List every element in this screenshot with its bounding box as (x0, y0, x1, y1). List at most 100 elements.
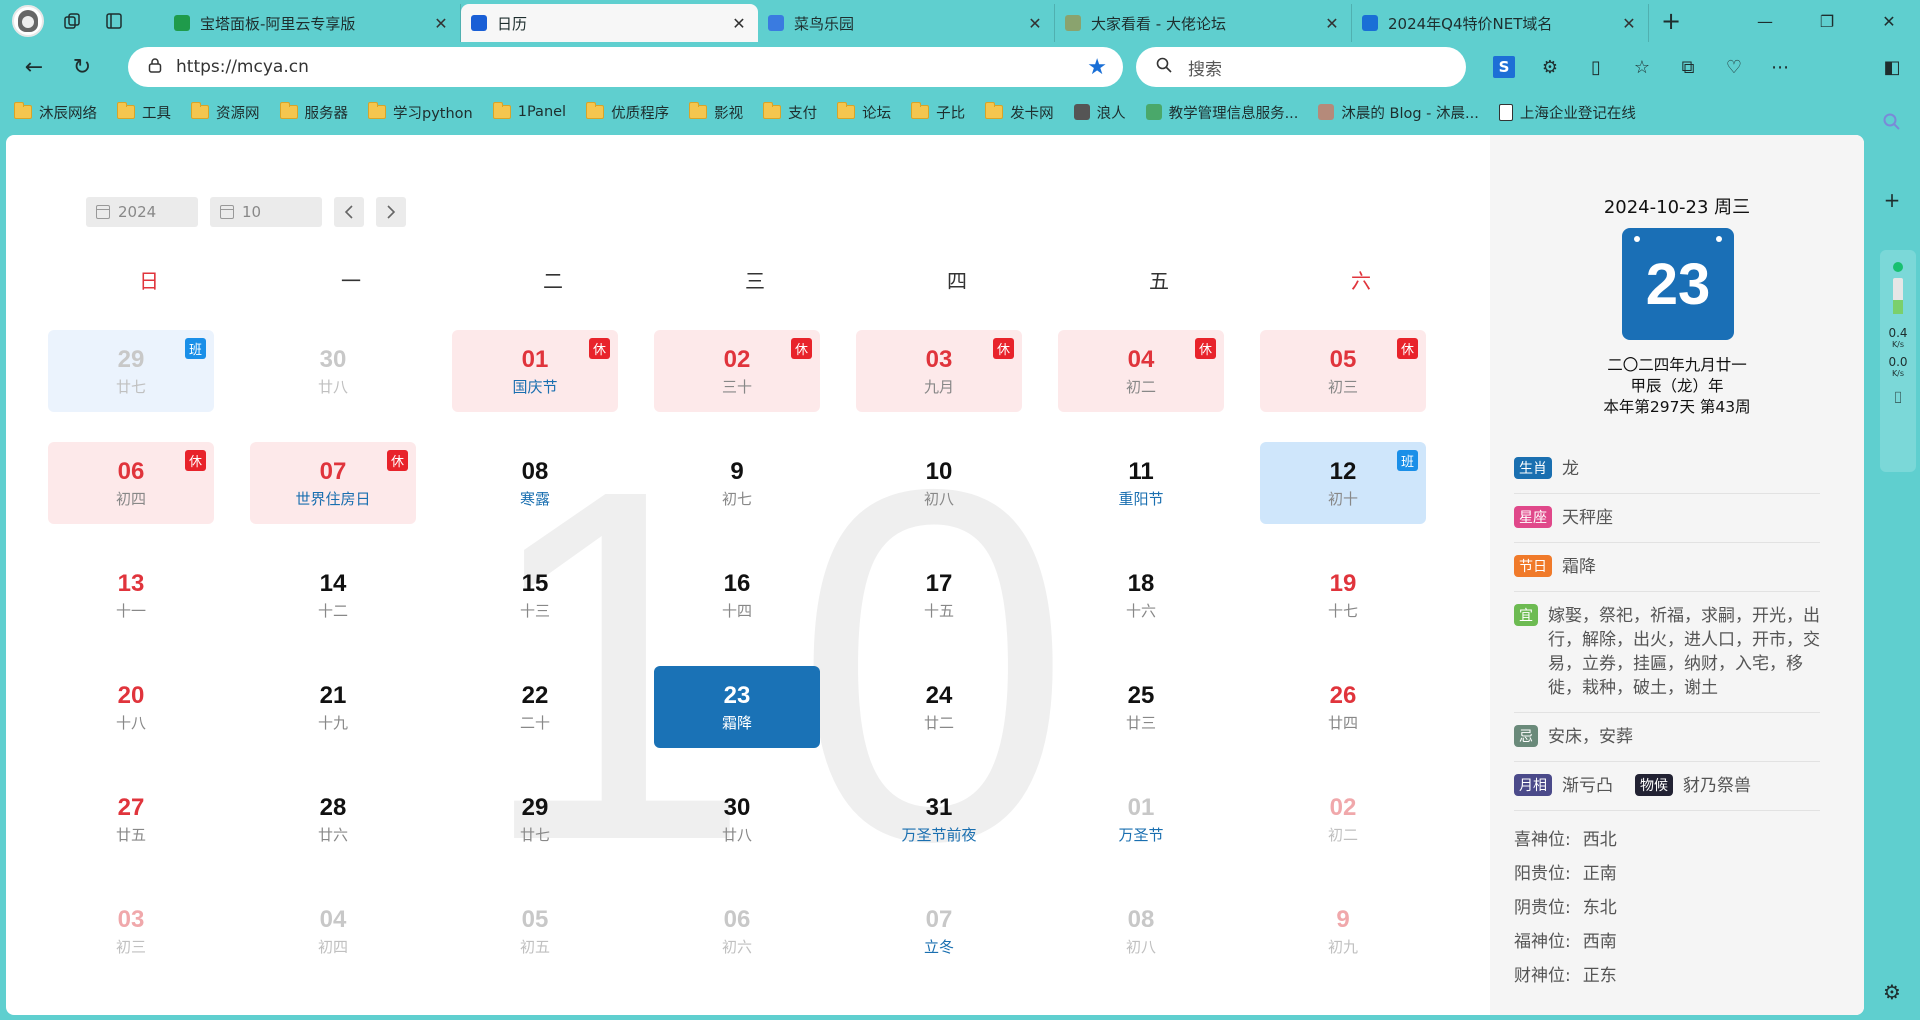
favorite-star-icon[interactable]: ★ (1087, 55, 1107, 80)
tab-close-icon[interactable]: ✕ (432, 14, 450, 33)
day-cell[interactable]: 03 九月 休 (856, 330, 1022, 412)
workspaces-icon[interactable] (58, 7, 86, 35)
day-cell[interactable]: 11 重阳节 (1058, 442, 1224, 524)
day-cell[interactable]: 25 廿三 (1058, 666, 1224, 748)
day-cell[interactable]: 27 廿五 (48, 778, 214, 860)
day-cell[interactable]: 10 初八 (856, 442, 1022, 524)
search-input[interactable]: 搜索 (1188, 55, 1222, 80)
day-cell[interactable]: 06 初六 (654, 890, 820, 972)
day-cell[interactable]: 07 立冬 (856, 890, 1022, 972)
performance-icon[interactable]: ♡ (1714, 47, 1754, 87)
screenshot-icon[interactable]: ⌷ (1893, 388, 1903, 408)
new-tab-button[interactable]: + (1654, 6, 1688, 36)
extension-s-icon[interactable]: S (1484, 47, 1524, 87)
month-select[interactable]: 10 (210, 197, 322, 227)
day-cell[interactable]: 03 初三 (48, 890, 214, 972)
day-cell[interactable]: 19 十七 (1260, 554, 1426, 636)
day-cell[interactable]: 02 初二 (1260, 778, 1426, 860)
more-menu-icon[interactable]: ⋯ (1760, 47, 1800, 87)
lock-icon[interactable] (148, 57, 162, 77)
bookmark-item[interactable]: 支付 (763, 102, 817, 123)
bookmark-item[interactable]: 子比 (911, 102, 965, 123)
search-sidebar-icon[interactable] (1878, 108, 1906, 136)
minimize-button[interactable]: — (1734, 0, 1796, 42)
add-sidebar-icon[interactable]: + (1878, 186, 1906, 214)
day-cell[interactable]: 02 三十 休 (654, 330, 820, 412)
day-cell[interactable]: 07 世界住房日休 (250, 442, 416, 524)
bookmark-item[interactable]: 1Panel (492, 102, 566, 120)
tab-close-icon[interactable]: ✕ (730, 14, 748, 33)
close-window-button[interactable]: ✕ (1858, 0, 1920, 42)
day-cell[interactable]: 26 廿四 (1260, 666, 1426, 748)
settings-gear-icon[interactable]: ⚙ (1878, 978, 1906, 1006)
bookmark-item[interactable]: 影视 (689, 102, 743, 123)
split-screen-icon[interactable]: ▯ (1576, 47, 1616, 87)
day-cell[interactable]: 05 初五 (452, 890, 618, 972)
favorites-icon[interactable]: ☆ (1622, 47, 1662, 87)
tab-close-icon[interactable]: ✕ (1620, 14, 1638, 33)
year-select[interactable]: 2024 (86, 197, 198, 227)
day-cell[interactable]: 06 初四 休 (48, 442, 214, 524)
day-cell[interactable]: 18 十六 (1058, 554, 1224, 636)
day-cell[interactable]: 16 十四 (654, 554, 820, 636)
bookmark-item[interactable]: 上海企业登记在线 (1498, 102, 1636, 123)
search-bar[interactable]: 搜索 (1136, 47, 1466, 87)
day-cell[interactable]: 08 初八 (1058, 890, 1224, 972)
bookmark-item[interactable]: 浪人 (1073, 102, 1126, 123)
bookmark-item[interactable]: 服务器 (279, 102, 348, 123)
day-cell[interactable]: 9 初九 (1260, 890, 1426, 972)
bookmark-item[interactable]: 论坛 (837, 102, 891, 123)
day-cell[interactable]: 28 廿六 (250, 778, 416, 860)
day-cell[interactable]: 04 初四 (250, 890, 416, 972)
day-cell[interactable]: 05 初三 休 (1260, 330, 1426, 412)
tab-3[interactable]: 大家看看 - 大佬论坛 ✕ (1055, 4, 1352, 42)
extensions-icon[interactable]: ⚙ (1530, 47, 1570, 87)
day-cell[interactable]: 04 初二 休 (1058, 330, 1224, 412)
restore-button[interactable]: ❐ (1796, 0, 1858, 42)
collections-icon[interactable]: ⧉ (1668, 47, 1708, 87)
tab-0[interactable]: 宝塔面板-阿里云专享版 ✕ (164, 4, 461, 42)
day-cell[interactable]: 9 初七 (654, 442, 820, 524)
day-cell-today[interactable]: 23 霜降 (654, 666, 820, 748)
day-cell[interactable]: 01 国庆节 休 (452, 330, 618, 412)
bookmark-item[interactable]: 工具 (117, 102, 171, 123)
day-cell[interactable]: 24 廿二 (856, 666, 1022, 748)
bookmark-item[interactable]: 发卡网 (985, 102, 1054, 123)
bookmark-item[interactable]: 学习python (368, 102, 473, 123)
day-cell[interactable]: 15 十三 (452, 554, 618, 636)
bookmark-item[interactable]: 资源网 (191, 102, 260, 123)
day-cell[interactable]: 30 廿八 (654, 778, 820, 860)
bookmark-item[interactable]: 教学管理信息服务... (1145, 102, 1298, 123)
day-cell[interactable]: 22 二十 (452, 666, 618, 748)
bookmark-item[interactable]: 优质程序 (586, 102, 669, 123)
sidebar-toggle-icon[interactable]: ◧ (1872, 47, 1912, 87)
day-cell[interactable]: 01 万圣节 (1058, 778, 1224, 860)
day-cell[interactable]: 29 廿七 班 (48, 330, 214, 412)
tab-actions-icon[interactable] (100, 7, 128, 35)
refresh-button[interactable]: ↻ (62, 47, 102, 87)
day-cell[interactable]: 12 初十 班 (1260, 442, 1426, 524)
day-cell[interactable]: 30 廿八 (250, 330, 416, 412)
address-bar[interactable]: https://mcya.cn ★ (128, 47, 1123, 87)
day-cell[interactable]: 14 十二 (250, 554, 416, 636)
day-cell[interactable]: 17 十五 (856, 554, 1022, 636)
day-cell[interactable]: 31 万圣节前夜 (856, 778, 1022, 860)
day-cell[interactable]: 29 廿七 (452, 778, 618, 860)
bookmark-item[interactable]: 沐晨的 Blog - 沐晨... (1318, 102, 1479, 123)
day-cell[interactable]: 20 十八 (48, 666, 214, 748)
tab-close-icon[interactable]: ✕ (1026, 14, 1044, 33)
day-cell[interactable]: 21 十九 (250, 666, 416, 748)
back-button[interactable]: ← (14, 47, 54, 87)
tab-1[interactable]: 日历 ✕ (461, 4, 758, 42)
day-cell[interactable]: 13 十一 (48, 554, 214, 636)
url-text[interactable]: https://mcya.cn (176, 57, 309, 77)
tab-4[interactable]: 2024年Q4特价NET域名 ✕ (1352, 4, 1649, 42)
bookmark-item[interactable]: 沐辰网络 (14, 102, 97, 123)
prev-month-button[interactable] (334, 197, 364, 227)
folder-icon (586, 102, 605, 119)
tab-close-icon[interactable]: ✕ (1323, 14, 1341, 33)
next-month-button[interactable] (376, 197, 406, 227)
tab-2[interactable]: 菜鸟乐园 ✕ (758, 4, 1055, 42)
profile-avatar[interactable] (12, 5, 44, 37)
day-cell[interactable]: 08 寒露 (452, 442, 618, 524)
